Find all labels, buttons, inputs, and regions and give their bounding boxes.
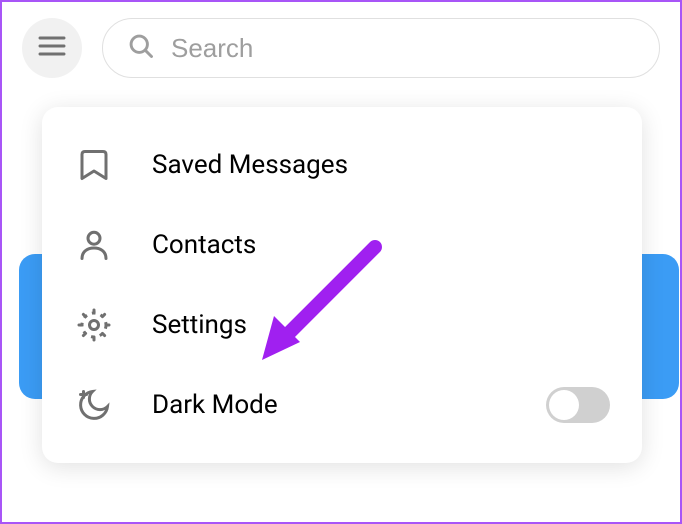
search-bar[interactable] xyxy=(102,18,660,78)
toggle-knob xyxy=(549,390,579,420)
menu-item-label: Saved Messages xyxy=(152,150,610,180)
person-icon xyxy=(74,225,114,265)
menu-item-settings[interactable]: Settings xyxy=(42,285,642,365)
hamburger-menu-button[interactable] xyxy=(22,18,82,78)
menu-item-label: Dark Mode xyxy=(152,390,508,420)
app-header xyxy=(2,2,680,94)
menu-item-label: Contacts xyxy=(152,230,610,260)
menu-item-saved-messages[interactable]: Saved Messages xyxy=(42,125,642,205)
menu-item-contacts[interactable]: Contacts xyxy=(42,205,642,285)
main-menu-dropdown: Saved Messages Contacts Settings xyxy=(42,107,642,463)
search-icon xyxy=(127,32,155,64)
dark-mode-toggle[interactable] xyxy=(546,387,610,423)
gear-icon xyxy=(74,305,114,345)
menu-item-dark-mode[interactable]: Dark Mode xyxy=(42,365,642,445)
search-input[interactable] xyxy=(171,33,635,64)
moon-icon xyxy=(74,385,114,425)
hamburger-icon xyxy=(36,30,68,66)
menu-item-label: Settings xyxy=(152,310,610,340)
bookmark-icon xyxy=(74,145,114,185)
